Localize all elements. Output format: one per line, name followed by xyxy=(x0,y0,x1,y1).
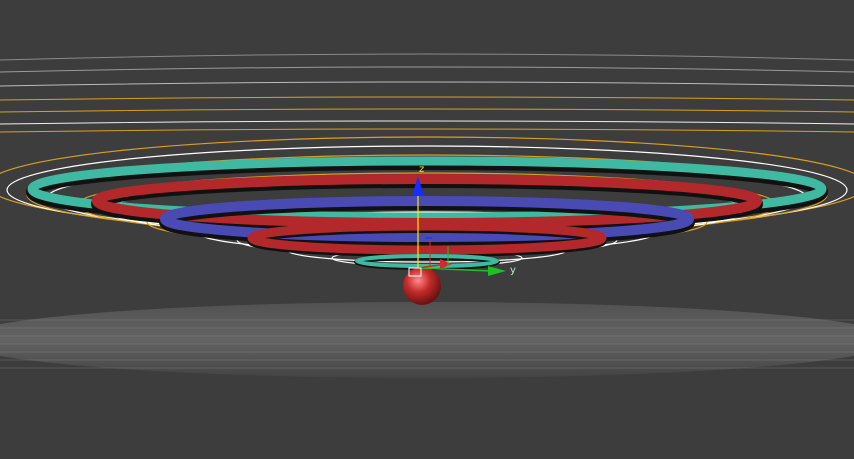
floor-grid xyxy=(0,302,854,378)
torus-rings xyxy=(26,156,828,270)
viewport-canvas[interactable]: z y xyxy=(0,0,854,455)
3d-viewport[interactable]: z y xyxy=(0,0,854,455)
gizmo-y-arrow-icon xyxy=(488,266,506,276)
gizmo-y-label: y xyxy=(510,265,516,276)
background-splines xyxy=(0,53,854,133)
gizmo-z-label: z xyxy=(419,164,424,175)
